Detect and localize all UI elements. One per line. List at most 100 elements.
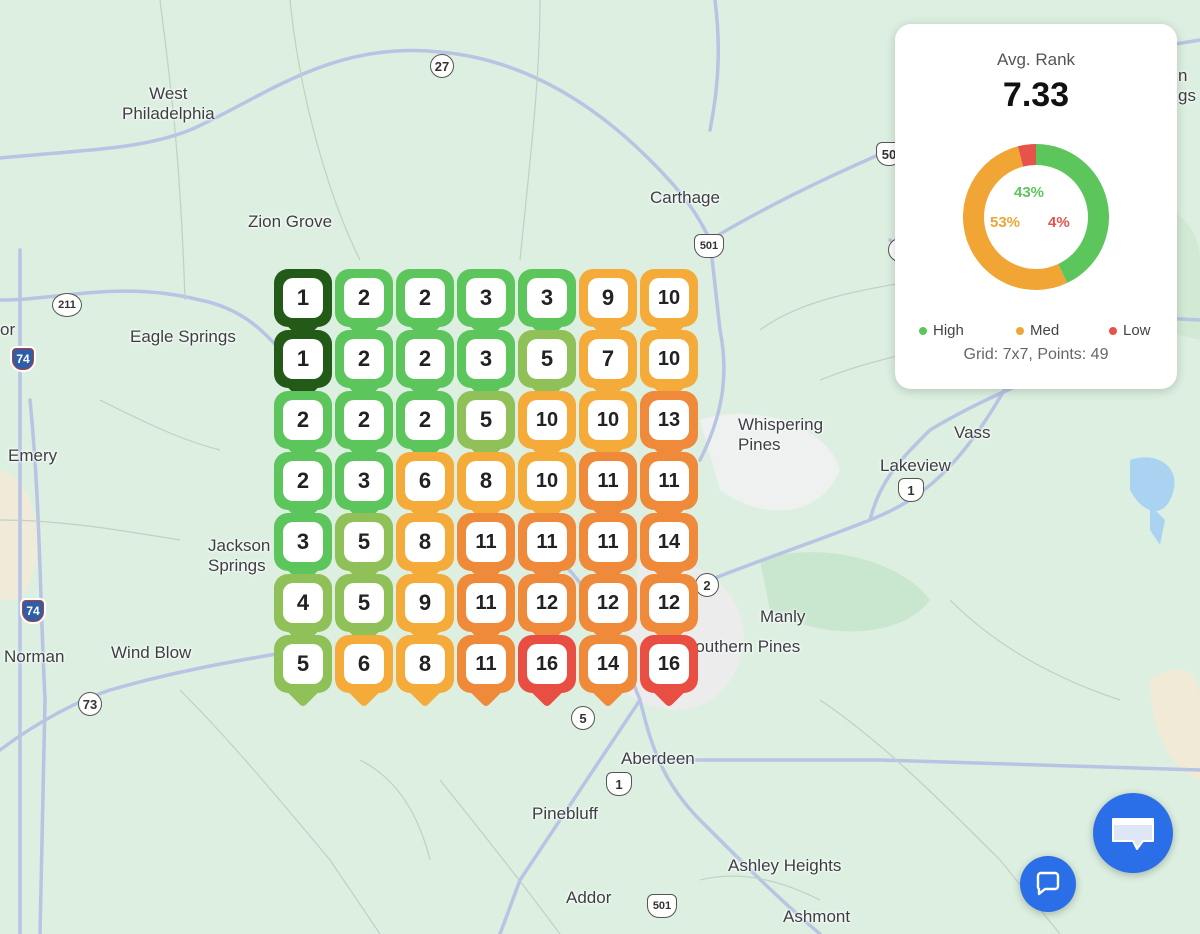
road-shield-state: 211 <box>52 293 82 317</box>
place-label: West Philadelphia <box>122 84 215 123</box>
rank-number: 10 <box>527 400 567 440</box>
legend-low: Low <box>1109 322 1151 339</box>
rank-marker[interactable]: 6 <box>335 635 393 715</box>
grid-info: Grid: 7x7, Points: 49 <box>963 346 1109 363</box>
rank-number: 2 <box>405 339 445 379</box>
road-shield-us: 1 <box>898 478 924 502</box>
road-shield-us: 501 <box>647 894 677 918</box>
place-label: Ashmont <box>783 907 851 926</box>
place-label: n gs <box>1178 66 1196 105</box>
rank-number: 7 <box>588 339 628 379</box>
rank-number: 16 <box>649 644 689 684</box>
road-shield-us: 1 <box>606 772 632 796</box>
rank-number: 12 <box>649 583 689 623</box>
rank-number: 10 <box>649 278 689 318</box>
road-shield-us: 501 <box>694 234 724 258</box>
place-label: Emery <box>8 446 58 465</box>
rank-number: 12 <box>588 583 628 623</box>
rank-number: 5 <box>283 644 323 684</box>
rank-number: 10 <box>527 461 567 501</box>
rank-number: 5 <box>527 339 567 379</box>
rank-number: 8 <box>466 461 506 501</box>
place-label: Eagle Springs <box>130 327 236 346</box>
road-shield-interstate: 74 <box>10 346 36 372</box>
rank-number: 10 <box>588 400 628 440</box>
rank-number: 14 <box>588 644 628 684</box>
place-label: Carthage <box>650 188 720 207</box>
place-label: or <box>0 320 16 339</box>
rank-number: 5 <box>344 522 384 562</box>
legend-low-dot <box>1109 326 1117 335</box>
rank-marker[interactable]: 14 <box>579 635 637 715</box>
donut-segment-high <box>1036 144 1109 284</box>
legend-med-label: Med <box>1030 322 1060 339</box>
rank-number: 2 <box>405 278 445 318</box>
place-label: Whispering Pines <box>738 415 824 454</box>
rank-marker[interactable]: 16 <box>640 635 698 715</box>
legend-high-label: High <box>933 322 964 339</box>
message-button[interactable] <box>1093 793 1173 873</box>
place-label: Lakeview <box>880 456 951 475</box>
rank-number: 8 <box>405 522 445 562</box>
rank-marker[interactable]: 8 <box>396 635 454 715</box>
stats-card: Avg. Rank 7.33 43% 53% 4% High Med Low G… <box>895 24 1177 389</box>
road-shield-state: 27 <box>430 54 454 78</box>
legend-med: Med <box>1016 322 1059 339</box>
rank-marker[interactable]: 11 <box>457 635 515 715</box>
rank-number: 6 <box>344 644 384 684</box>
rank-marker[interactable]: 5 <box>274 635 332 715</box>
rank-number: 11 <box>588 461 628 501</box>
chat-bubble-icon <box>1036 871 1060 896</box>
rank-number: 11 <box>466 644 506 684</box>
place-label: Wind Blow <box>111 643 192 662</box>
rank-number: 9 <box>405 583 445 623</box>
legend-high-dot <box>919 326 927 335</box>
rank-number: 1 <box>283 278 323 318</box>
low-percent: 4% <box>1048 214 1070 231</box>
rank-number: 11 <box>527 522 567 562</box>
rank-number: 2 <box>344 400 384 440</box>
rank-number: 2 <box>283 400 323 440</box>
rank-number: 10 <box>649 339 689 379</box>
rank-number: 11 <box>649 461 689 501</box>
road-shield-interstate: 74 <box>20 598 46 624</box>
chat-button[interactable] <box>1020 856 1076 912</box>
road-shield-state: 2 <box>695 573 719 597</box>
rank-number: 13 <box>649 400 689 440</box>
place-label: Vass <box>954 423 991 442</box>
rank-number: 11 <box>466 522 506 562</box>
place-label: Southern Pines <box>684 637 801 656</box>
road-shield-state: 73 <box>78 692 102 716</box>
legend-med-dot <box>1016 326 1024 335</box>
place-label: Aberdeen <box>621 749 695 768</box>
legend-low-label: Low <box>1123 322 1151 339</box>
rank-number: 2 <box>344 339 384 379</box>
rank-number: 2 <box>344 278 384 318</box>
avg-rank-label: Avg. Rank <box>996 50 1076 69</box>
place-label: Jackson Springs <box>208 536 271 575</box>
rank-number: 6 <box>405 461 445 501</box>
rank-number: 3 <box>344 461 384 501</box>
rank-number: 5 <box>466 400 506 440</box>
high-percent: 43% <box>1014 184 1045 201</box>
rank-number: 12 <box>527 583 567 623</box>
rank-number: 3 <box>466 339 506 379</box>
rank-number: 14 <box>649 522 689 562</box>
rank-number: 4 <box>283 583 323 623</box>
place-label: Addor <box>566 888 612 907</box>
rank-number: 11 <box>588 522 628 562</box>
place-label: Manly <box>760 607 806 626</box>
rank-number: 11 <box>466 583 506 623</box>
rank-number: 2 <box>283 461 323 501</box>
place-label: Zion Grove <box>248 212 333 231</box>
rank-number: 3 <box>527 278 567 318</box>
place-label: Pinebluff <box>532 804 598 823</box>
avg-rank-value: 7.33 <box>1002 76 1070 114</box>
rank-number: 1 <box>283 339 323 379</box>
med-percent: 53% <box>990 214 1021 231</box>
rank-marker[interactable]: 16 <box>518 635 576 715</box>
legend-high: High <box>919 322 964 339</box>
rank-number: 8 <box>405 644 445 684</box>
rank-number: 3 <box>466 278 506 318</box>
rank-number: 3 <box>283 522 323 562</box>
